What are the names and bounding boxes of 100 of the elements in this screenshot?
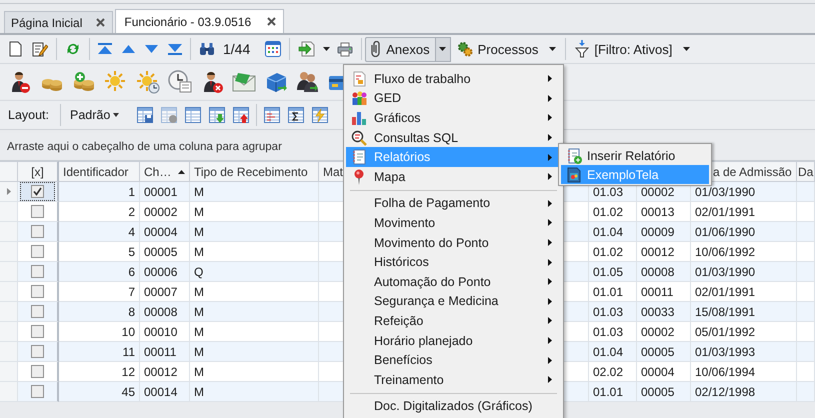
binoculars-icon[interactable] [199,42,215,56]
gears-icon [456,41,473,57]
checkbox[interactable] [31,365,44,378]
column-header[interactable]: [x] [18,161,59,182]
menu-item[interactable]: Automação do Ponto [346,272,561,292]
table-cell: 00006 [140,262,190,282]
menu-item[interactable]: Doc. Digitalizados (Gráficos) [346,396,561,416]
table-cell: 6 [59,262,140,282]
table-columns-icon[interactable] [264,107,280,123]
checkbox[interactable] [31,185,44,198]
menu-item[interactable]: GED [346,88,561,108]
search-icon [351,130,367,146]
record-counter: 1/44 [222,41,252,57]
table-cell: M [190,382,319,402]
table-cell: 8 [59,302,140,322]
caret-icon[interactable] [323,47,330,51]
caret-icon [549,47,556,51]
table-sum-icon[interactable] [288,107,304,123]
caret-icon [113,113,120,117]
table-cell: 45 [59,382,140,402]
sun-icon[interactable] [104,70,128,94]
notebook-icon [351,149,367,166]
table-cell: 01.01 [589,382,637,402]
table-download-icon[interactable] [209,107,226,123]
column-header[interactable]: Identificador [59,161,140,182]
table-cell: 01/03/1990 [691,182,797,202]
previous-record-icon[interactable] [122,45,135,53]
column-header[interactable]: Da [797,161,815,182]
checkbox[interactable] [31,345,44,358]
document-icon [351,70,367,87]
people-arrow-icon[interactable] [296,70,320,94]
checkbox[interactable] [31,285,44,298]
table-save-icon[interactable] [137,107,154,123]
menu-item[interactable]: Mapa [346,166,561,187]
coins-plus-icon[interactable] [72,70,96,94]
filter-button[interactable]: [Filtro: Ativos] [569,37,696,61]
table-upload-icon[interactable] [233,107,250,123]
menu-item[interactable]: Movimento do Ponto [346,232,561,252]
column-header[interactable]: Tipo de Recebimento [190,161,319,182]
table-cell: 00011 [140,342,190,362]
filter-icon [575,40,590,58]
column-header[interactable]: Ch… [140,161,190,182]
last-record-icon[interactable] [168,43,182,55]
table-cell: 02/12/1998 [691,382,797,402]
current-row-icon [6,188,10,195]
next-record-icon[interactable] [145,45,158,53]
menu-item[interactable]: Consultas SQL [346,128,561,148]
checkbox[interactable] [31,205,44,218]
first-record-icon[interactable] [98,43,112,55]
table-cell: 00005 [637,342,691,362]
tab[interactable]: Página Inicial [4,11,114,33]
export-document-icon[interactable] [298,41,316,57]
checkbox[interactable] [31,225,44,238]
menu-item[interactable]: Refeição [346,311,561,331]
table-cell [797,262,815,282]
processes-button[interactable]: Processos [450,37,562,61]
table-cell: 00004 [140,222,190,242]
table-cell: 01/03/1993 [691,342,797,362]
layout-label: Layout: [7,108,50,122]
table-cell [797,302,815,322]
menu-item[interactable]: Benefícios [346,350,561,370]
table-cell: 00001 [140,182,190,202]
checkbox[interactable] [31,305,44,318]
table-cell: M [190,302,319,322]
table-cell: 01.04 [589,222,637,242]
menu-item[interactable]: Horário planejado [346,330,561,350]
table-lightning-icon[interactable] [312,107,328,123]
layout-dropdown[interactable]: Padrão [64,103,126,127]
menu-item[interactable]: Treinamento [346,370,561,390]
menu-item[interactable]: Gráficos [346,108,561,128]
notebook-plus-icon [566,148,582,164]
edit-document-icon[interactable] [32,41,48,57]
printer-icon[interactable] [337,42,354,56]
menu-item[interactable]: Segurança e Medicina [346,292,561,312]
caret-icon [683,47,690,51]
close-icon[interactable] [267,17,276,26]
refresh-icon[interactable] [65,41,81,57]
clock-calendar-icon[interactable] [168,70,192,94]
document-icon [566,166,582,182]
table-cell: 01.05 [589,262,637,282]
menu-item[interactable]: Fluxo de trabalho [346,69,561,89]
sun-clock-icon[interactable] [136,70,160,94]
checkbox[interactable] [31,385,44,398]
table-cell: 1 [59,182,140,202]
checkbox[interactable] [31,245,44,258]
new-document-icon[interactable] [9,41,22,57]
menu-item[interactable]: Históricos [346,252,561,272]
dropdown-button[interactable] [436,36,451,62]
row-indicator[interactable] [0,182,18,202]
table-remove-icon[interactable] [161,107,178,123]
attachments-button[interactable]: Anexos [365,36,436,62]
menu-item[interactable]: Folha de Pagamento [346,194,561,214]
checkbox[interactable] [31,265,44,278]
close-icon[interactable] [96,18,106,27]
checkbox[interactable] [31,325,44,338]
color-grid-icon[interactable] [265,41,282,57]
tab[interactable]: Funcionário - 03.9.0516 [115,9,284,33]
table-cell: 01.04 [589,342,637,362]
menu-item[interactable]: Movimento [346,213,561,233]
table-icon[interactable] [185,107,202,123]
